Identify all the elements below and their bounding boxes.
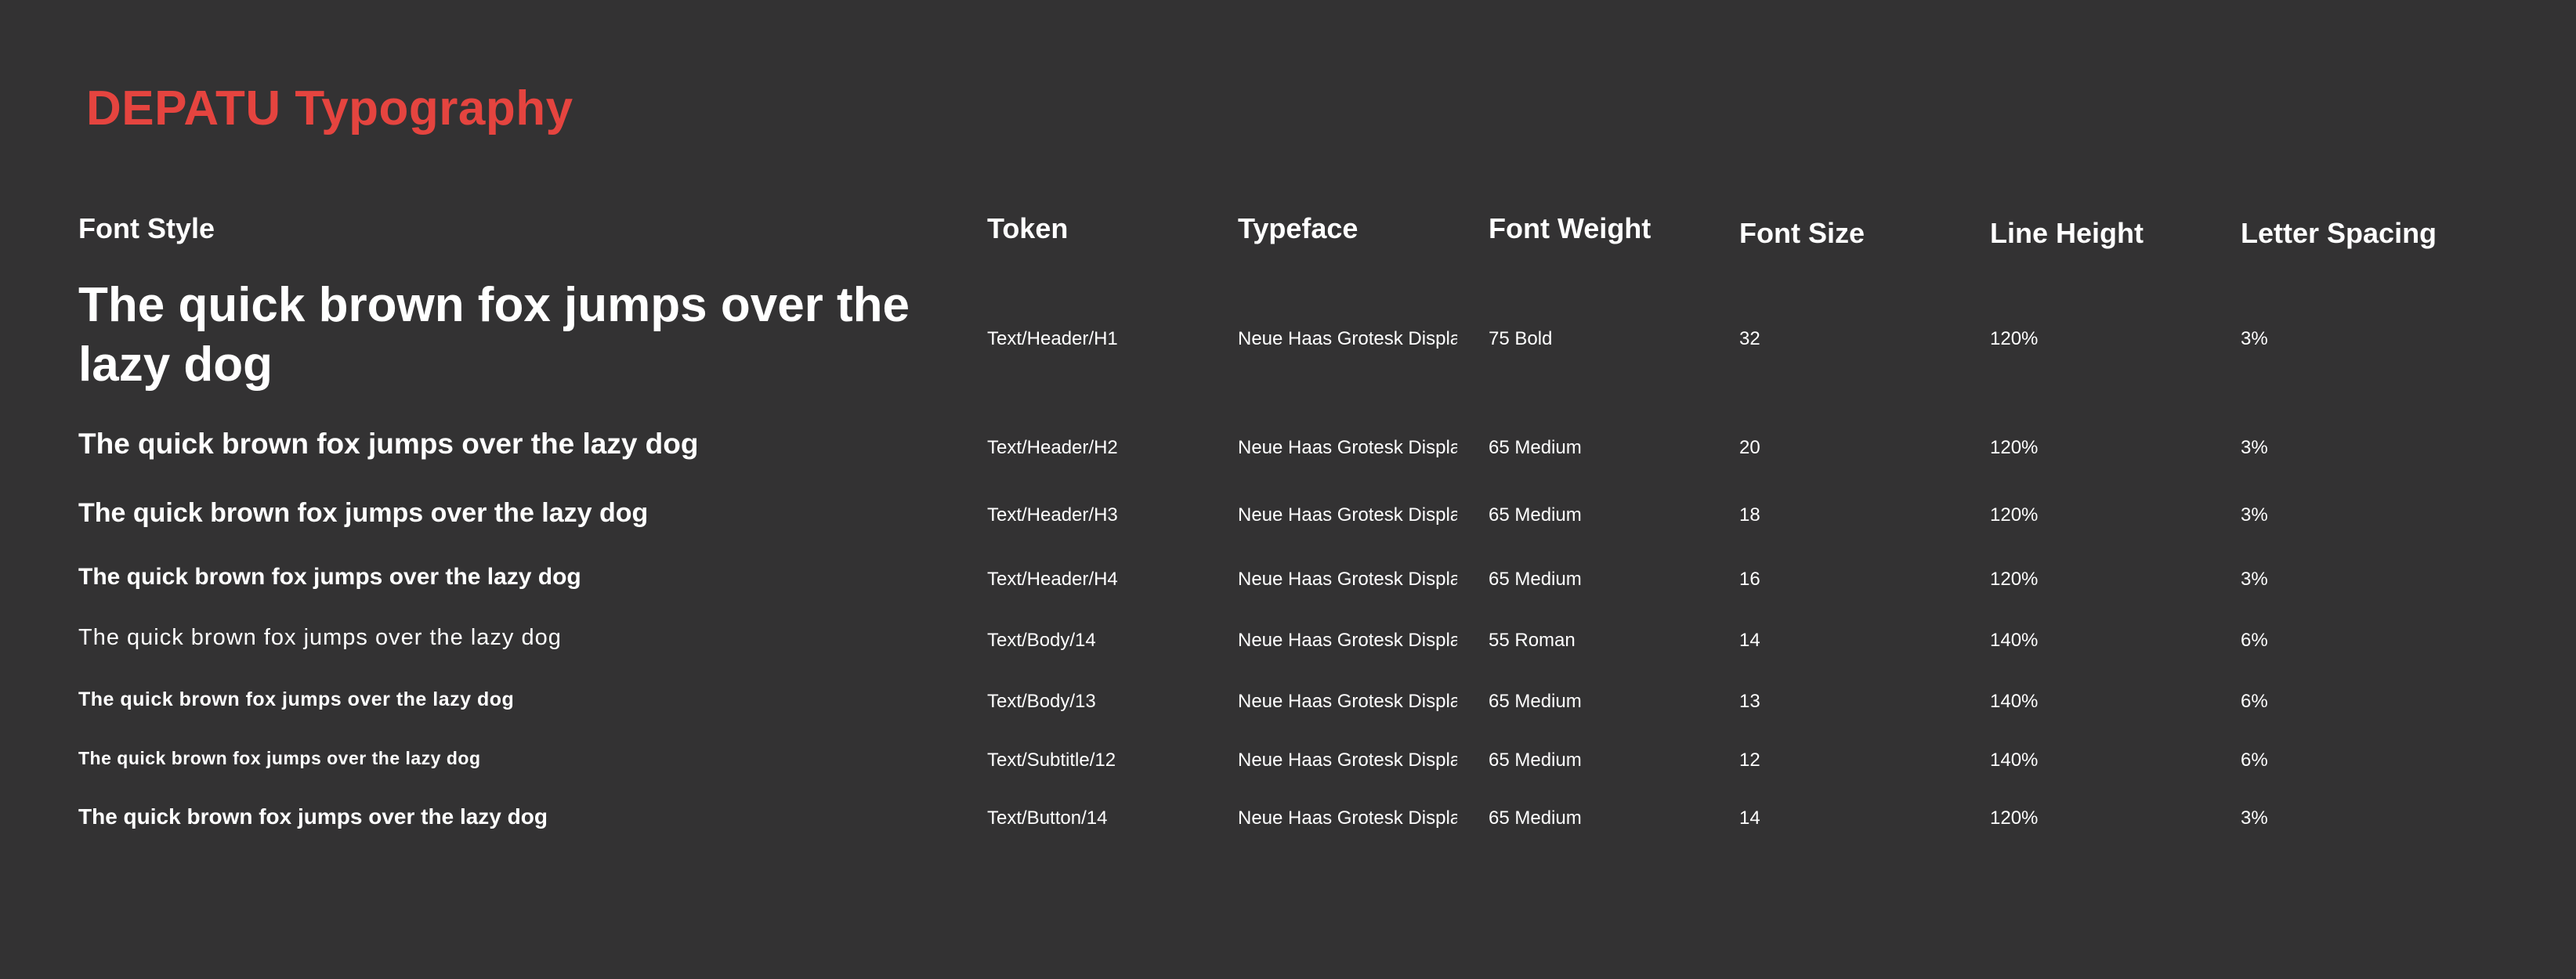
font-weight-cell: 65 Medium	[1489, 809, 1582, 828]
line-height-cell: 140%	[1990, 692, 2039, 711]
token-cell: Text/Header/H3	[987, 506, 1118, 525]
font-style-sample-body-13: The quick brown fox jumps over the lazy …	[78, 688, 515, 710]
font-size-cell: 14	[1739, 631, 1760, 650]
letter-spacing-cell: 6%	[2241, 751, 2268, 770]
font-size-cell: 18	[1739, 506, 1760, 525]
typeface-cell: Neue Haas Grotesk Display	[1238, 506, 1457, 525]
font-style-sample-subtitle-12: The quick brown fox jumps over the lazy …	[78, 748, 481, 768]
token-cell: Text/Subtitle/12	[987, 751, 1116, 770]
token-cell: Text/Header/H4	[987, 570, 1118, 589]
token-cell: Text/Header/H1	[987, 330, 1118, 349]
typeface-cell: Neue Haas Grotesk Display	[1238, 631, 1457, 650]
line-height-cell: 120%	[1990, 570, 2039, 589]
font-weight-cell: 65 Medium	[1489, 439, 1582, 457]
token-cell: Text/Body/14	[987, 631, 1096, 650]
typeface-cell: Neue Haas Grotesk Display	[1238, 439, 1457, 457]
line-height-cell: 120%	[1990, 506, 2039, 525]
column-header-font-size: Font Size	[1739, 217, 1865, 249]
font-size-cell: 13	[1739, 692, 1760, 711]
font-size-cell: 32	[1739, 330, 1760, 349]
letter-spacing-cell: 3%	[2241, 330, 2268, 349]
font-weight-cell: 65 Medium	[1489, 751, 1582, 770]
font-style-sample-h3: The quick brown fox jumps over the lazy …	[78, 498, 649, 528]
column-header-font-style: Font Style	[78, 212, 215, 244]
line-height-cell: 140%	[1990, 751, 2039, 770]
font-style-sample-h4: The quick brown fox jumps over the lazy …	[78, 564, 581, 590]
token-cell: Text/Button/14	[987, 809, 1108, 828]
letter-spacing-cell: 6%	[2241, 631, 2268, 650]
letter-spacing-cell: 3%	[2241, 439, 2268, 457]
font-weight-cell: 65 Medium	[1489, 570, 1582, 589]
letter-spacing-cell: 3%	[2241, 506, 2268, 525]
typeface-cell: Neue Haas Grotesk Display	[1238, 330, 1457, 349]
line-height-cell: 120%	[1990, 439, 2039, 457]
column-header-letter-spacing: Letter Spacing	[2241, 217, 2437, 249]
font-style-sample-body-14: The quick brown fox jumps over the lazy …	[78, 625, 562, 650]
font-size-cell: 20	[1739, 439, 1760, 457]
line-height-cell: 140%	[1990, 631, 2039, 650]
typeface-cell: Neue Haas Grotesk Display	[1238, 809, 1457, 828]
column-header-token: Token	[987, 212, 1069, 244]
font-style-sample-button-14: The quick brown fox jumps over the lazy …	[78, 804, 548, 829]
line-height-cell: 120%	[1990, 809, 2039, 828]
font-style-sample-h1: The quick brown fox jumps over the lazy …	[78, 278, 910, 392]
typeface-cell: Neue Haas Grotesk Display	[1238, 570, 1457, 589]
font-style-sample-h2: The quick brown fox jumps over the lazy …	[78, 428, 699, 460]
typeface-cell: Neue Haas Grotesk Display	[1238, 692, 1457, 711]
font-weight-cell: 65 Medium	[1489, 692, 1582, 711]
typeface-cell: Neue Haas Grotesk Display	[1238, 751, 1457, 770]
letter-spacing-cell: 3%	[2241, 809, 2268, 828]
line-height-cell: 120%	[1990, 330, 2039, 349]
font-size-cell: 12	[1739, 751, 1760, 770]
column-header-font-weight: Font Weight	[1489, 212, 1652, 244]
letter-spacing-cell: 3%	[2241, 570, 2268, 589]
font-size-cell: 16	[1739, 570, 1760, 589]
column-header-typeface: Typeface	[1238, 212, 1359, 244]
token-cell: Text/Header/H2	[987, 439, 1118, 457]
font-weight-cell: 75 Bold	[1489, 330, 1553, 349]
page-title: DEPATU Typography	[86, 81, 573, 135]
column-header-line-height: Line Height	[1990, 217, 2144, 249]
token-cell: Text/Body/13	[987, 692, 1096, 711]
letter-spacing-cell: 6%	[2241, 692, 2268, 711]
font-weight-cell: 55 Roman	[1489, 631, 1576, 650]
font-size-cell: 14	[1739, 809, 1760, 828]
font-weight-cell: 65 Medium	[1489, 506, 1582, 525]
